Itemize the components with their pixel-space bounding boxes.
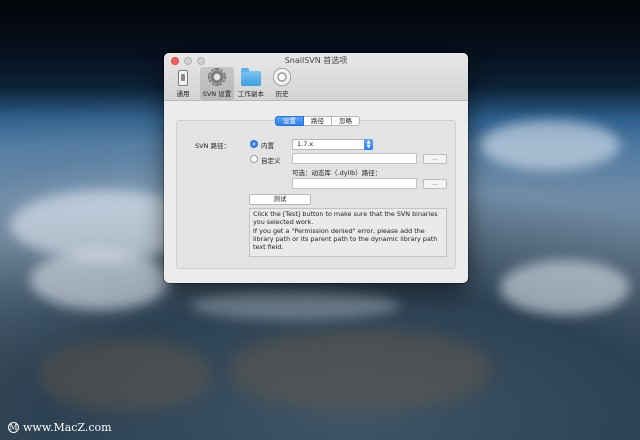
- toolbar-item-working-copy[interactable]: 工作副本: [237, 67, 265, 100]
- help-line: If you get a "Permission denied" error, …: [253, 226, 425, 235]
- title-bar: SnailSVN 首选项 通用 SVN 设置 工作副本 历史: [164, 53, 468, 101]
- settings-panel: SVN 路径： 内置 1.7.x ▲ ▼ 自定义 ... 可选：动态库（.dyli…: [176, 120, 456, 269]
- gear-icon: [208, 68, 226, 86]
- builtin-radio[interactable]: [250, 140, 258, 148]
- browse-svn-path-button[interactable]: ...: [423, 154, 447, 164]
- watermark-text: www.MacZ.com: [23, 421, 112, 434]
- folder-icon: [241, 68, 261, 86]
- help-text-box: Click the [Test] button to make sure tha…: [249, 208, 447, 257]
- window-title: SnailSVN 首选项: [284, 56, 348, 65]
- toolbar-item-history[interactable]: 历史: [268, 67, 296, 100]
- svn-version-value: 1.7.x: [297, 140, 314, 148]
- tab-ignore[interactable]: 忽略: [332, 116, 360, 126]
- toolbar-item-general[interactable]: 通用: [169, 67, 197, 100]
- settings-tabs: 设置 路径 忽略: [275, 116, 360, 126]
- chevron-up-down-icon: ▲ ▼: [364, 139, 373, 150]
- help-line: library path or its parent path to the d…: [253, 234, 438, 243]
- test-button[interactable]: 测试: [249, 194, 311, 205]
- watermark: M www.MacZ.com: [8, 421, 112, 434]
- help-line: Click the [Test] button to make sure tha…: [253, 210, 438, 218]
- preferences-toolbar: 通用 SVN 设置 工作副本 历史: [169, 67, 296, 100]
- dylib-path-field[interactable]: [292, 178, 417, 189]
- builtin-label: 内置: [261, 142, 274, 150]
- history-icon: [273, 68, 291, 86]
- tab-settings[interactable]: 设置: [275, 116, 304, 126]
- custom-svn-path-field[interactable]: [292, 153, 417, 164]
- browse-dylib-path-button[interactable]: ...: [423, 179, 447, 189]
- toolbar-item-label: 历史: [275, 90, 289, 98]
- svn-version-select[interactable]: 1.7.x ▲ ▼: [292, 139, 373, 150]
- tab-paths[interactable]: 路径: [304, 116, 332, 126]
- custom-label: 自定义: [261, 157, 281, 165]
- custom-radio[interactable]: [250, 155, 258, 163]
- help-line: text field.: [253, 243, 284, 252]
- svn-path-label: SVN 路径：: [195, 142, 231, 150]
- macz-logo-icon: M: [8, 422, 19, 433]
- phone-icon: [178, 70, 188, 86]
- dylib-path-label: 可选：动态库（.dylib）路径：: [292, 169, 382, 177]
- toolbar-item-label: 工作副本: [238, 90, 264, 98]
- preferences-window: SnailSVN 首选项 通用 SVN 设置 工作副本 历史 SVN 路径： 内…: [164, 53, 468, 283]
- toolbar-item-label: 通用: [176, 90, 190, 98]
- help-line: you selected work.: [253, 218, 314, 227]
- toolbar-item-label: SVN 设置: [202, 90, 232, 98]
- toolbar-item-svn-settings[interactable]: SVN 设置: [200, 67, 234, 100]
